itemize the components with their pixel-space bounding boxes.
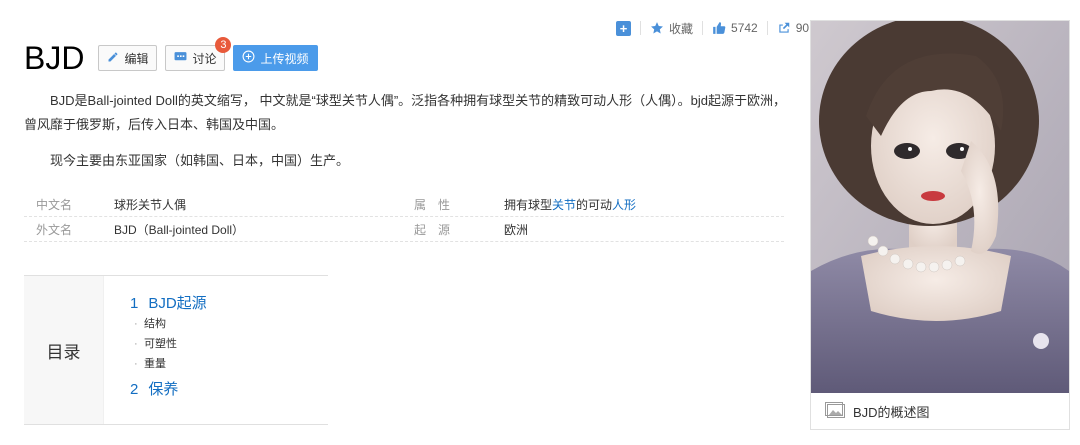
favorite-button[interactable]: 收藏 [650,20,693,37]
info-key: 外文名 [36,222,73,237]
discuss-label: 讨论 [192,51,217,66]
toc-subitem-structure[interactable]: 结构 [130,314,207,334]
picture-caption-text: BJD的概述图 [853,404,930,420]
basic-info-table: 中文名 球形关节人偶 属 性 拥有球型关节的可动人形 外文名 BJD（Ball-… [24,192,784,242]
share-button[interactable]: 90 [777,21,809,35]
top-action-bar: + 收藏 5742 90 [616,18,809,38]
page-title: BJD [24,40,85,76]
upload-video-button[interactable]: 上传视频 [233,45,318,71]
plus-icon[interactable]: + [616,20,631,36]
summary-picture-card[interactable]: BJD的概述图 [810,20,1070,430]
thumbs-up-icon [712,21,726,35]
info-value-text: 的可动 [576,197,613,212]
favorite-label: 收藏 [669,21,694,36]
info-key: 起 源 [414,222,451,237]
toc-item-maintenance[interactable]: 2 保养 [130,380,207,400]
info-value: 拥有球型关节的可动人形 [504,196,636,213]
info-value-text: 拥有球型 [504,197,553,212]
divider [640,21,641,35]
edit-label: 编辑 [124,51,149,66]
star-icon [650,21,664,35]
toc-list: 1 BJD起源 结构 可塑性 重量 2 保养 [104,276,207,424]
intro-paragraph: 现今主要由东亚国家（如韩国、日本，中国）生产。 [50,153,350,168]
likes-count: 5742 [731,21,758,35]
toc-number: 1 [130,295,139,312]
figure-link[interactable]: 人形 [612,198,636,212]
divider [702,21,704,35]
upload-video-label: 上传视频 [260,51,309,66]
info-key: 中文名 [36,197,73,212]
info-key: 属 性 [414,197,451,212]
shares-count: 90 [795,21,810,35]
gallery-icon [825,401,845,421]
table-of-contents: 目录 1 BJD起源 结构 可塑性 重量 2 保养 [24,275,328,425]
edit-button[interactable]: 编辑 [98,45,158,71]
pencil-icon [107,51,119,66]
intro-paragraph: BJD是Ball-jointed Doll的英文缩写， 中文就是“球型关节人偶”… [24,93,786,132]
discuss-count-badge: 3 [215,37,232,53]
toc-title: BJD起源 [148,295,207,312]
discuss-button[interactable]: 讨论 3 [165,37,232,71]
info-row: 中文名 球形关节人偶 属 性 拥有球型关节的可动人形 [24,192,784,217]
info-value: 球形关节人偶 [114,197,187,212]
plus-circle-icon [242,50,255,66]
info-value: 欧洲 [504,222,529,237]
divider [766,21,768,35]
toc-subitem-weight[interactable]: 重量 [130,354,207,374]
toc-title: 保养 [148,381,179,398]
doll-photo [811,21,1069,393]
toc-item-origin[interactable]: 1 BJD起源 [130,294,207,314]
info-value: BJD（Ball-jointed Doll） [114,222,245,237]
title-row: BJD 编辑 讨论 3 上传视频 [24,37,326,76]
info-row: 外文名 BJD（Ball-jointed Doll） 起 源 欧洲 [24,217,784,242]
picture-caption[interactable]: BJD的概述图 [811,393,1069,429]
like-button[interactable]: 5742 [712,21,758,35]
toc-subitem-plasticity[interactable]: 可塑性 [130,334,207,354]
joint-link[interactable]: 关节 [552,198,576,212]
comment-icon [174,51,187,66]
toc-number: 2 [130,381,139,398]
share-icon [777,21,791,35]
toc-label: 目录 [24,276,104,424]
